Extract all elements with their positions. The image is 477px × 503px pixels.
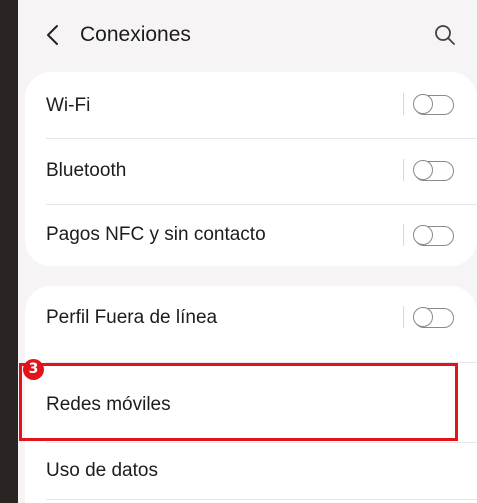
setting-row-data-usage[interactable]: Uso de datos: [25, 443, 477, 503]
setting-label-bluetooth: Bluetooth: [46, 160, 127, 181]
app-header: Conexiones: [18, 0, 477, 68]
setting-row-nfc[interactable]: Pagos NFC y sin contacto: [25, 204, 477, 266]
row-divider: [46, 499, 477, 500]
search-icon: [435, 25, 455, 45]
toggle-separator: [403, 306, 404, 328]
airplane-mode-toggle[interactable]: [413, 307, 454, 328]
search-button[interactable]: [430, 20, 460, 50]
setting-row-bluetooth[interactable]: Bluetooth: [25, 138, 477, 204]
settings-card-network: Perfil Fuera de línea Redes móviles Uso …: [25, 286, 477, 503]
bluetooth-toggle[interactable]: [413, 160, 454, 181]
setting-label-nfc: Pagos NFC y sin contacto: [46, 224, 266, 245]
annotation-step-badge: 3: [23, 359, 44, 380]
toggle-knob: [413, 225, 434, 246]
setting-label-wifi: Wi-Fi: [46, 95, 91, 116]
setting-row-wifi[interactable]: Wi-Fi: [25, 72, 477, 138]
setting-row-airplane-mode[interactable]: Perfil Fuera de línea: [25, 286, 477, 352]
toggle-separator: [403, 224, 404, 246]
toggle-knob: [413, 94, 434, 115]
toggle-separator: [403, 93, 404, 115]
toggle-knob: [413, 160, 434, 181]
setting-label-mobile-networks: Redes móviles: [46, 394, 171, 415]
setting-label-data-usage: Uso de datos: [46, 460, 158, 481]
toggle-separator: [403, 159, 404, 181]
settings-card-wireless: Wi-Fi Bluetooth Pagos NFC y sin contacto: [25, 72, 477, 266]
page-title: Conexiones: [80, 23, 191, 46]
wifi-toggle[interactable]: [413, 94, 454, 115]
chevron-left-icon: [47, 25, 58, 45]
back-button[interactable]: [40, 20, 68, 50]
setting-label-airplane-mode: Perfil Fuera de línea: [46, 307, 218, 328]
setting-row-mobile-networks[interactable]: Redes móviles: [25, 363, 477, 441]
toggle-knob: [413, 307, 434, 328]
nfc-toggle[interactable]: [413, 225, 454, 246]
connections-screen: Conexiones Wi-Fi Bluetooth Pagos NFC y s…: [18, 0, 477, 503]
